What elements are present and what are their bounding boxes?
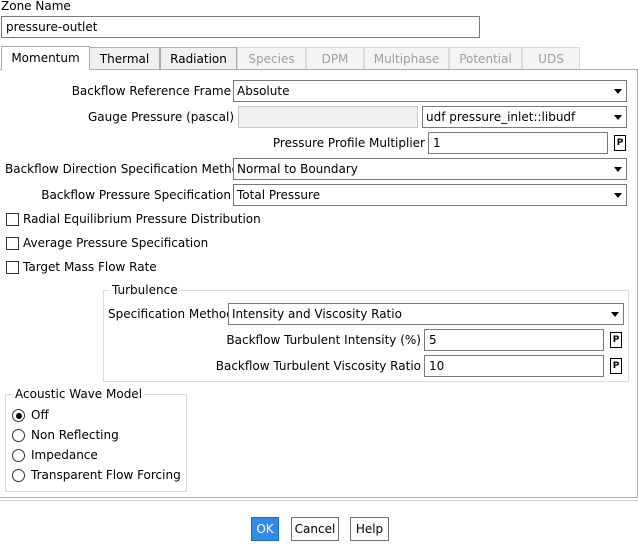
help-button[interactable]: Help — [350, 517, 389, 541]
backflow-ref-frame-value: Absolute — [237, 84, 290, 98]
gauge-pressure-label: Gauge Pressure (pascal) — [88, 110, 234, 124]
acoustic-wave-model-title: Acoustic Wave Model — [13, 386, 145, 402]
tab-thermal[interactable]: Thermal — [89, 47, 160, 69]
backflow-direction-label: Backflow Direction Specification Method — [5, 162, 247, 176]
average-pressure-checkbox[interactable] — [6, 237, 19, 250]
ok-button[interactable]: OK — [251, 517, 279, 541]
backflow-direction-value: Normal to Boundary — [237, 162, 358, 176]
zone-name-label: Zone Name — [1, 0, 71, 13]
average-pressure-label: Average Pressure Specification — [23, 236, 209, 250]
acoustic-off-radio[interactable] — [12, 409, 25, 422]
parameter-p-button[interactable]: P — [610, 332, 622, 348]
acoustic-transparent-flow-label: Transparent Flow Forcing — [31, 468, 181, 482]
tab-momentum[interactable]: Momentum — [1, 46, 90, 70]
acoustic-impedance-label: Impedance — [31, 448, 98, 462]
pressure-profile-multiplier-label: Pressure Profile Multiplier — [272, 136, 425, 150]
target-mass-flow-checkbox[interactable] — [6, 261, 19, 274]
tab-potential: Potential — [449, 47, 522, 69]
pressure-profile-multiplier-input[interactable]: 1 — [428, 132, 608, 154]
tab-bar: Momentum Thermal Radiation Species DPM M… — [0, 46, 638, 70]
backflow-ref-frame-label: Backflow Reference Frame — [71, 84, 231, 98]
tab-uds: UDS — [522, 47, 580, 69]
chevron-down-icon — [614, 167, 622, 172]
backflow-ref-frame-select[interactable]: Absolute — [233, 80, 627, 102]
zone-name-input[interactable]: pressure-outlet — [1, 16, 480, 38]
turbulent-intensity-label: Backflow Turbulent Intensity (%) — [226, 333, 421, 347]
button-bar-separator — [0, 500, 638, 501]
radial-equilibrium-label: Radial Equilibrium Pressure Distribution — [23, 212, 261, 226]
turbulence-method-label: Specification Method — [108, 307, 234, 321]
backflow-pressure-label: Backflow Pressure Specification — [41, 188, 231, 202]
turbulent-viscosity-ratio-label: Backflow Turbulent Viscosity Ratio — [215, 359, 421, 373]
tab-radiation[interactable]: Radiation — [160, 47, 237, 69]
parameter-p-button[interactable]: P — [610, 358, 622, 374]
tab-dpm: DPM — [306, 47, 364, 69]
target-mass-flow-label: Target Mass Flow Rate — [23, 260, 157, 274]
acoustic-non-reflecting-label: Non Reflecting — [31, 428, 119, 442]
tab-species: Species — [237, 47, 306, 69]
cancel-button[interactable]: Cancel — [291, 517, 339, 541]
chevron-down-icon — [614, 89, 622, 94]
tab-multiphase: Multiphase — [364, 47, 449, 69]
acoustic-transparent-flow-radio[interactable] — [12, 469, 25, 482]
turbulence-title: Turbulence — [110, 282, 180, 298]
chevron-down-icon — [611, 312, 619, 317]
turbulent-intensity-input[interactable]: 5 — [424, 329, 604, 351]
acoustic-impedance-radio[interactable] — [12, 449, 25, 462]
acoustic-off-label: Off — [31, 408, 49, 422]
gauge-pressure-input — [238, 106, 418, 128]
turbulence-method-value: Intensity and Viscosity Ratio — [232, 307, 402, 321]
chevron-down-icon — [614, 115, 622, 120]
backflow-direction-select[interactable]: Normal to Boundary — [233, 158, 627, 180]
gauge-pressure-source-value: udf pressure_inlet::libudf — [426, 110, 576, 124]
turbulence-method-select[interactable]: Intensity and Viscosity Ratio — [228, 303, 624, 325]
radio-selected-dot — [15, 412, 22, 419]
acoustic-non-reflecting-radio[interactable] — [12, 429, 25, 442]
backflow-pressure-value: Total Pressure — [237, 188, 321, 202]
backflow-pressure-select[interactable]: Total Pressure — [233, 184, 627, 206]
radial-equilibrium-checkbox[interactable] — [6, 213, 19, 226]
turbulent-viscosity-ratio-input[interactable]: 10 — [424, 355, 604, 377]
parameter-p-button[interactable]: P — [614, 135, 626, 151]
chevron-down-icon — [614, 193, 622, 198]
gauge-pressure-source-select[interactable]: udf pressure_inlet::libudf — [422, 106, 627, 128]
